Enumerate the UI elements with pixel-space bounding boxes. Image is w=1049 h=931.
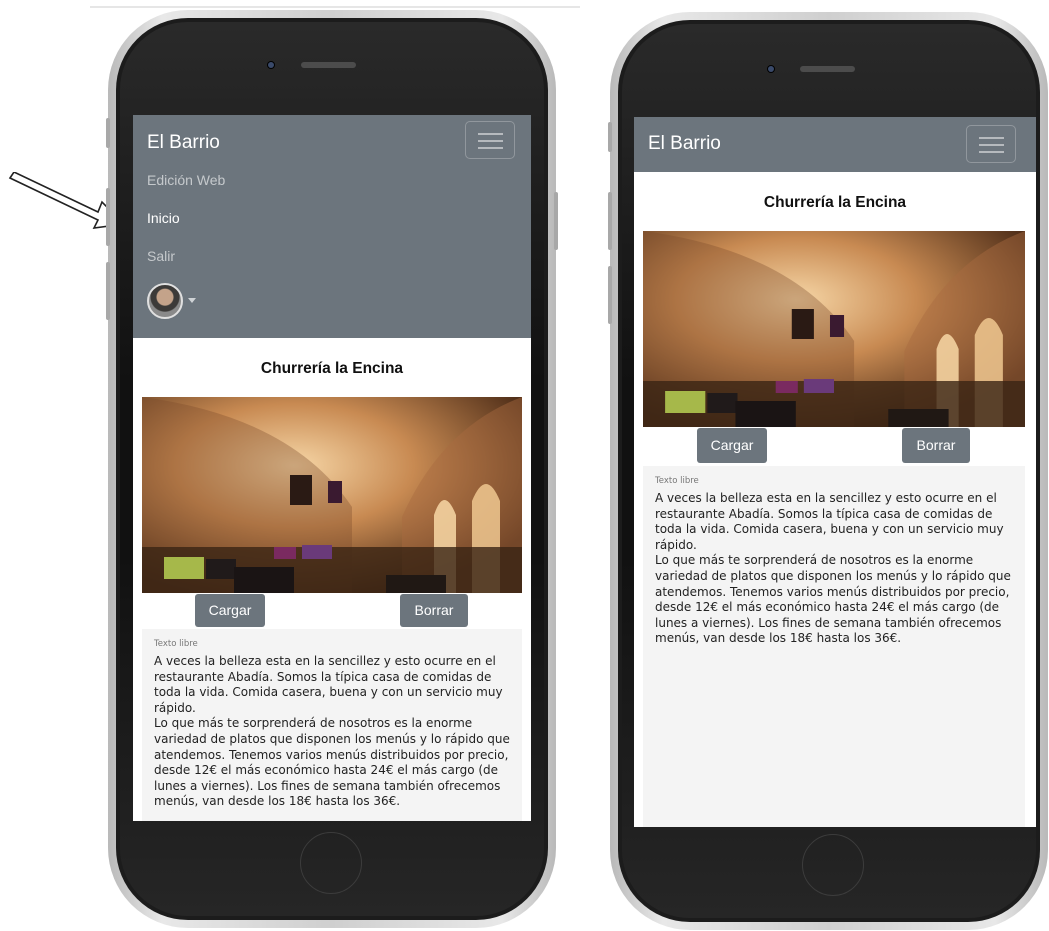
screen-left: El Barrio Edición Web Inicio Salir Churr…: [133, 115, 531, 821]
mute-switch[interactable]: [608, 122, 612, 152]
restaurant-photo: [142, 397, 522, 593]
volume-down-button[interactable]: [106, 262, 110, 320]
volume-up-button[interactable]: [106, 188, 110, 246]
hamburger-icon-line: [478, 147, 503, 149]
nav-item-inicio[interactable]: Inicio: [147, 210, 180, 226]
text-area[interactable]: Texto libre A veces la belleza esta en l…: [142, 629, 522, 821]
user-avatar[interactable]: [147, 283, 183, 319]
text-body: A veces la belleza esta en la sencillez …: [655, 491, 1011, 646]
volume-down-button[interactable]: [608, 266, 612, 324]
home-button[interactable]: [802, 834, 864, 896]
menu-toggle-button[interactable]: [966, 125, 1016, 163]
hamburger-icon: [979, 137, 1004, 139]
text-label: Texto libre: [655, 476, 699, 486]
navbar-brand[interactable]: El Barrio: [648, 133, 721, 155]
restaurant-photo: [643, 231, 1025, 427]
screen-right: El Barrio Churrería la Encina Cargar Bor…: [634, 117, 1036, 827]
nav-item-edicion-web[interactable]: Edición Web: [147, 172, 225, 188]
hamburger-icon-line: [979, 151, 1004, 153]
volume-up-button[interactable]: [608, 192, 612, 250]
text-body: A veces la belleza esta en la sencillez …: [154, 654, 510, 809]
power-button[interactable]: [554, 192, 558, 250]
hamburger-icon-line: [979, 144, 1004, 146]
mute-switch[interactable]: [106, 118, 110, 148]
front-camera: [768, 66, 774, 72]
delete-button[interactable]: Borrar: [902, 428, 970, 463]
menu-toggle-button[interactable]: [465, 121, 515, 159]
speaker: [301, 62, 356, 68]
top-divider: [90, 6, 580, 8]
caret-down-icon[interactable]: [188, 298, 196, 303]
front-camera: [268, 62, 274, 68]
page-title: Churrería la Encina: [260, 360, 404, 377]
nav-item-salir[interactable]: Salir: [147, 248, 175, 264]
navbar: El Barrio Edición Web Inicio Salir: [133, 115, 531, 338]
page-title: Churrería la Encina: [763, 194, 907, 211]
delete-button[interactable]: Borrar: [400, 594, 468, 627]
load-button[interactable]: Cargar: [195, 594, 265, 627]
hamburger-icon-line: [478, 140, 503, 142]
load-button[interactable]: Cargar: [697, 428, 767, 463]
home-button[interactable]: [300, 832, 362, 894]
text-label: Texto libre: [154, 639, 198, 649]
speaker: [800, 66, 855, 72]
navbar-brand[interactable]: El Barrio: [147, 132, 220, 154]
hamburger-icon: [478, 133, 503, 135]
text-area[interactable]: Texto libre A veces la belleza esta en l…: [643, 466, 1025, 827]
navbar: El Barrio: [634, 117, 1036, 172]
